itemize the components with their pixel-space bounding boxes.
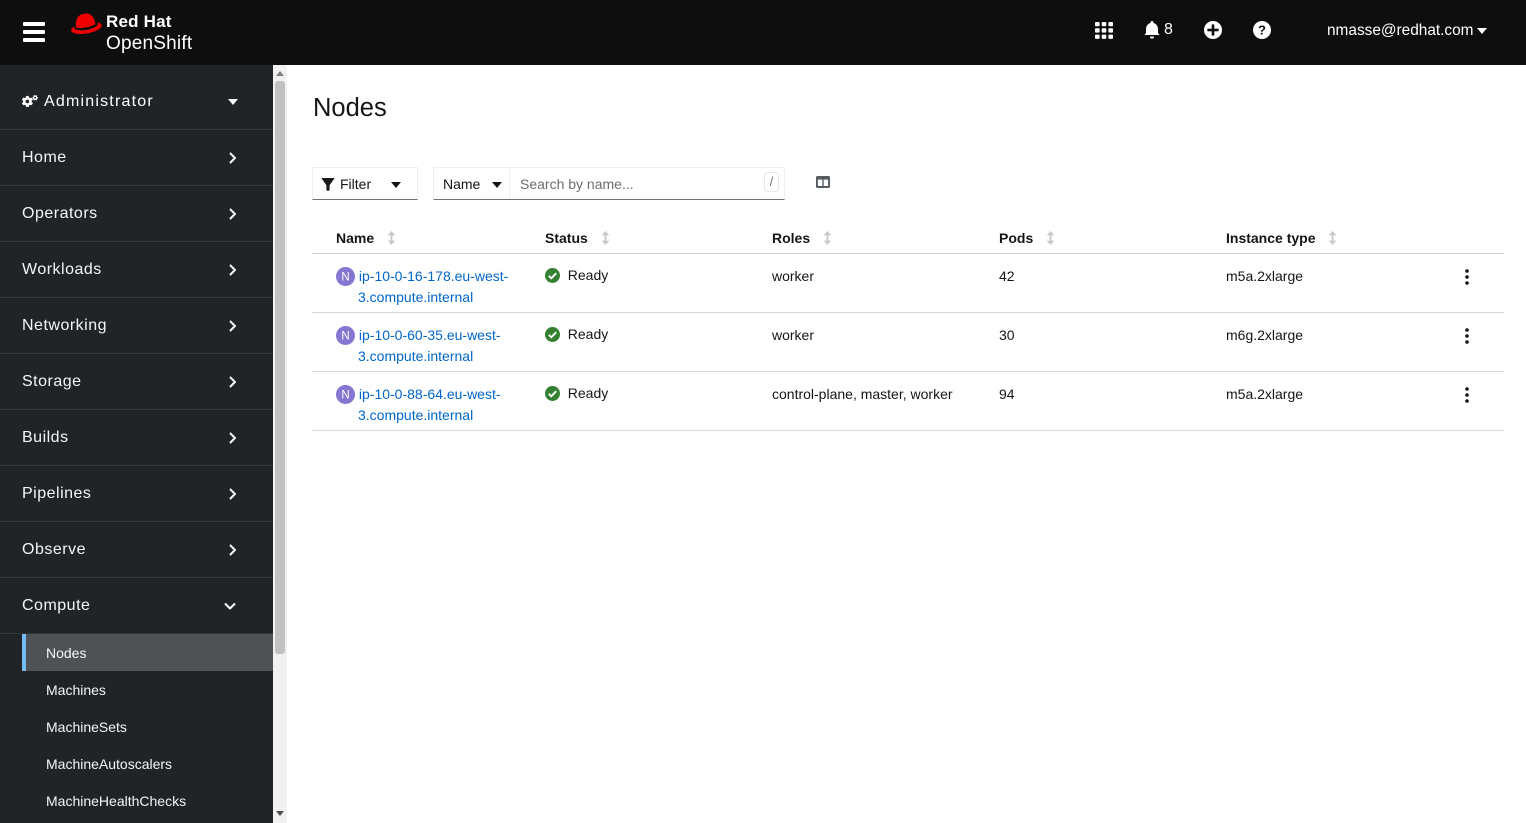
svg-text:N: N bbox=[341, 331, 349, 343]
svg-text:?: ? bbox=[1258, 23, 1266, 38]
svg-text:N: N bbox=[341, 272, 349, 284]
svg-text:N: N bbox=[341, 390, 349, 402]
